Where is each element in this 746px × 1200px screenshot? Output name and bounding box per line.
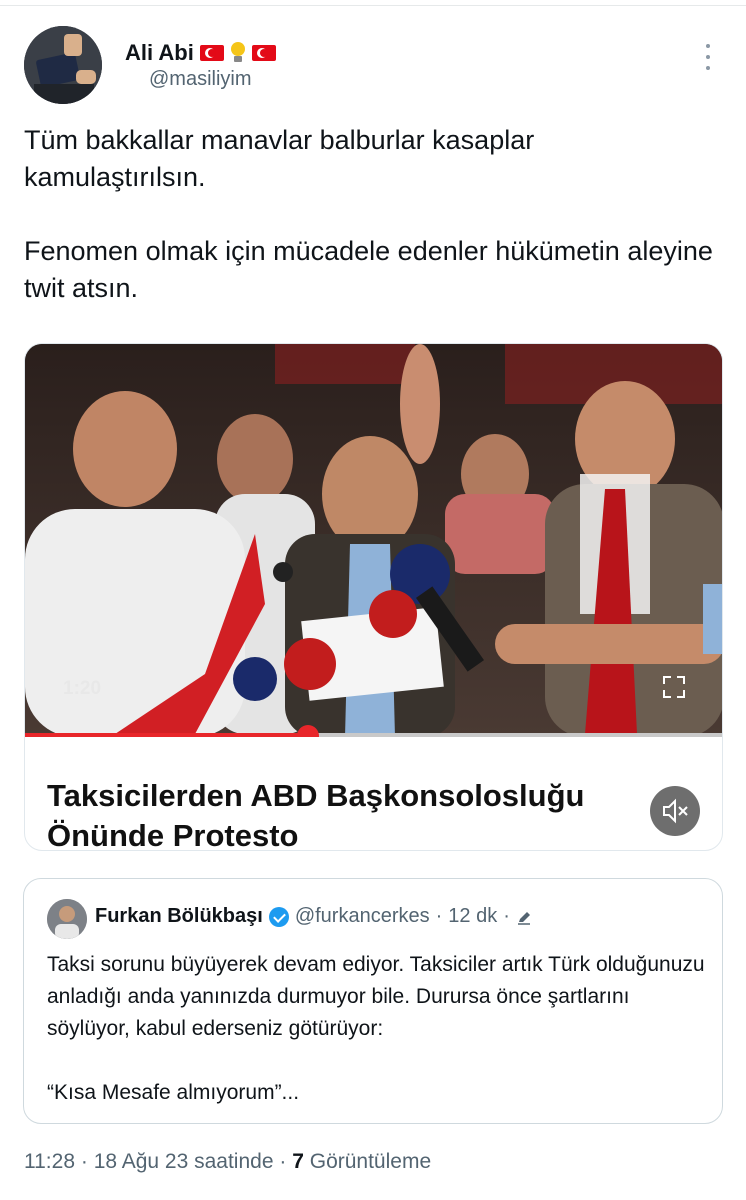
verified-badge-icon	[268, 906, 289, 927]
tweet-text: Tüm bakkallar manavlar balburlar kasapla…	[24, 122, 714, 307]
turkish-flag-emoji	[251, 45, 276, 61]
meta-separator: ·	[435, 905, 443, 927]
top-divider	[0, 0, 746, 6]
views-count: 7	[292, 1150, 304, 1173]
video-progress-fill	[25, 733, 309, 737]
video-timecode: 1:20	[63, 678, 102, 699]
quoted-paragraph: Taksi sorunu büyüyerek devam ediyor. Tak…	[47, 953, 705, 1040]
quoted-author-avatar[interactable]	[47, 899, 87, 939]
quoted-tweet[interactable]: Furkan Bölükbaşı @furkancerkes · 12 dk ·…	[23, 878, 723, 1124]
tweet-header: Ali Abi @masiliyim	[24, 26, 722, 106]
quoted-tweet-time[interactable]: 12 dk	[448, 905, 497, 928]
mute-icon[interactable]	[650, 786, 700, 836]
tweet-date[interactable]: 18 Ağu 23 saatinde	[94, 1150, 274, 1173]
tweet-footer: 11:28 · 18 Ağu 23 saatinde · 7 Görüntüle…	[24, 1150, 431, 1174]
meta-separator: ·	[503, 905, 510, 927]
footer-separator: ·	[80, 1150, 88, 1173]
quoted-author-handle[interactable]: @furkancerkes	[295, 905, 430, 928]
video-frame	[25, 344, 722, 737]
fullscreen-icon[interactable]	[663, 676, 685, 698]
lightbulb-emoji	[230, 42, 246, 64]
media-card[interactable]: 1:20 Taksicilerden ABD Başkonsolosluğu Ö…	[24, 343, 723, 851]
video-progress-bar[interactable]	[25, 725, 722, 737]
video-headline: Taksicilerden ABD Başkonsolosluğu Önünde…	[47, 778, 585, 851]
more-options-icon[interactable]	[702, 44, 714, 70]
tweet-paragraph: Fenomen olmak için mücadele edenler hükü…	[24, 236, 713, 303]
quoted-paragraph: “Kısa Mesafe almıyorum”...	[47, 1081, 300, 1104]
quoted-author-name[interactable]: Furkan Bölükbaşı	[95, 905, 263, 928]
edited-pencil-icon[interactable]	[516, 909, 532, 925]
video-player[interactable]: 1:20	[25, 344, 722, 737]
quoted-tweet-text: Taksi sorunu büyüyerek devam ediyor. Tak…	[47, 949, 707, 1109]
author-avatar[interactable]	[24, 26, 102, 104]
turkish-flag-emoji	[199, 45, 224, 61]
views-label: Görüntüleme	[309, 1150, 432, 1173]
tweet-time[interactable]: 11:28	[24, 1150, 75, 1173]
author-display-name[interactable]: Ali Abi	[125, 40, 194, 66]
author-handle[interactable]: @masiliyim	[149, 68, 252, 91]
footer-separator: ·	[279, 1150, 287, 1173]
tweet-paragraph: Tüm bakkallar manavlar balburlar kasapla…	[24, 125, 535, 192]
